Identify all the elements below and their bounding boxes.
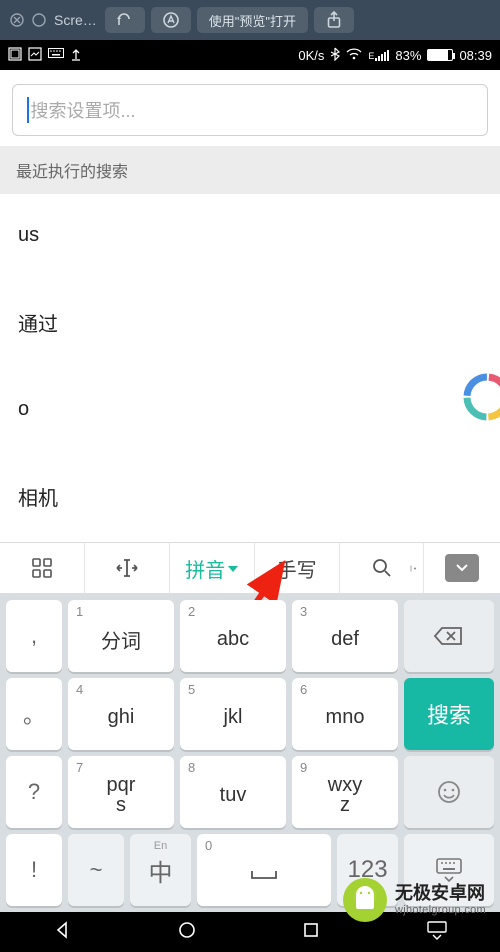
watermark-logo-icon — [343, 878, 387, 922]
key-search[interactable]: 搜索 — [404, 678, 494, 750]
signal-icon: E — [368, 49, 389, 61]
search-container: 搜索设置项... — [0, 70, 500, 146]
nav-back-icon[interactable] — [52, 920, 72, 945]
key-space[interactable]: 0 — [197, 834, 331, 906]
key-8-tuv[interactable]: 8tuv — [180, 756, 286, 828]
key-backspace[interactable] — [404, 600, 494, 672]
key-6-mno[interactable]: 6mno — [292, 678, 398, 750]
key-9-wxyz[interactable]: 9wxy z — [292, 756, 398, 828]
screenshot-icon — [28, 47, 42, 64]
kb-mode-handwrite[interactable]: 手写 — [255, 543, 340, 593]
markup-button[interactable] — [151, 7, 191, 33]
kb-cursor-mode-icon[interactable] — [85, 543, 170, 593]
notification-icon — [8, 47, 22, 64]
key-emoji[interactable] — [404, 756, 494, 828]
recent-item[interactable]: us — [0, 194, 500, 278]
keyboard-toolbar: 拼音 手写 — [0, 542, 500, 594]
key-tilde[interactable]: ~ — [68, 834, 124, 906]
text-cursor — [27, 97, 29, 123]
key-4-ghi[interactable]: 4ghi — [68, 678, 174, 750]
keyboard-status-icon — [48, 48, 64, 63]
search-placeholder: 搜索设置项... — [31, 97, 136, 123]
wifi-icon — [346, 48, 362, 63]
key-period[interactable]: 。 — [6, 678, 62, 750]
assistant-ring-icon[interactable] — [460, 370, 500, 424]
kb-mode-pinyin[interactable]: 拼音 — [170, 543, 255, 593]
search-input[interactable]: 搜索设置项... — [12, 84, 488, 136]
clock: 08:39 — [459, 48, 492, 63]
battery-pct: 83% — [395, 48, 421, 63]
kb-search-icon[interactable] — [340, 543, 425, 593]
kb-grid-icon[interactable] — [0, 543, 85, 593]
key-7-pqrs[interactable]: 7pqr s — [68, 756, 174, 828]
close-icon[interactable] — [10, 13, 24, 27]
share-button[interactable] — [314, 7, 354, 33]
upload-icon — [70, 47, 82, 64]
recent-section-header: 最近执行的搜索 — [0, 146, 500, 194]
recent-item[interactable]: 相机 — [0, 452, 500, 542]
key-2-abc[interactable]: 2abc — [180, 600, 286, 672]
key-1[interactable]: 1分词 — [68, 600, 174, 672]
recent-item[interactable]: o — [0, 368, 500, 452]
keyboard: , 1分词 2abc 3def 。 4ghi 5jkl 6mno 搜索 ? 7p… — [0, 594, 500, 912]
kb-collapse-button[interactable] — [445, 554, 479, 582]
watermark-title: 无极安卓网 — [395, 883, 486, 904]
key-lang-toggle[interactable]: En中 — [130, 834, 191, 906]
key-5-jkl[interactable]: 5jkl — [180, 678, 286, 750]
phone-status-bar: 0K/s E 83% 08:39 — [0, 40, 500, 70]
nav-recent-icon[interactable] — [301, 920, 321, 945]
net-speed: 0K/s — [298, 48, 324, 63]
rotate-button[interactable] — [105, 7, 145, 33]
open-with-preview-button[interactable]: 使用"预览"打开 — [197, 7, 308, 33]
key-exclaim[interactable]: ! — [6, 834, 62, 906]
nav-home-icon[interactable] — [177, 920, 197, 945]
watermark: 无极安卓网 wjhotelgroup.com — [339, 876, 490, 924]
bluetooth-icon — [330, 47, 340, 64]
battery-icon — [427, 49, 453, 61]
window-mode-icon[interactable] — [32, 13, 46, 27]
window-title: Scre… — [54, 12, 97, 28]
key-3-def[interactable]: 3def — [292, 600, 398, 672]
watermark-url: wjhotelgroup.com — [395, 904, 486, 917]
mac-toolbar: Scre… 使用"预览"打开 — [0, 0, 500, 40]
key-question[interactable]: ? — [6, 756, 62, 828]
recent-item[interactable]: 通过 — [0, 278, 500, 368]
kb-collapse-holder — [424, 543, 500, 593]
key-comma[interactable]: , — [6, 600, 62, 672]
